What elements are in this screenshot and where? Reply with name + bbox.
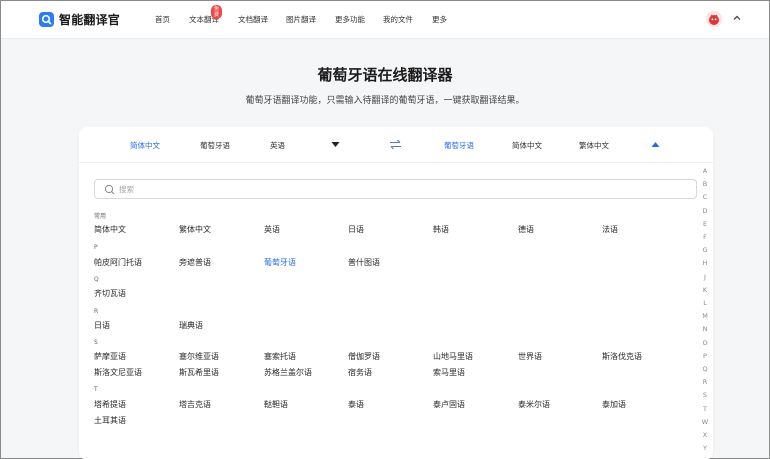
swap-languages-icon[interactable] [389, 139, 402, 150]
alpha-letter[interactable]: S [699, 391, 711, 399]
lang-option[interactable]: 泰米尔语 [518, 399, 550, 410]
target-lang-tab-1[interactable]: 葡萄牙语 [444, 140, 474, 151]
alpha-letter[interactable]: G [699, 246, 711, 254]
section-header-r: R [94, 308, 99, 315]
alpha-letter[interactable]: T [699, 405, 711, 413]
nav-doc-translate[interactable]: 文档翻译 [238, 14, 268, 25]
brand-logo[interactable]: 智能翻译官 [39, 11, 120, 28]
search-icon [104, 184, 115, 195]
lang-option[interactable]: 帕皮阿门托语 [94, 257, 142, 268]
page-subtitle: 葡萄牙语翻译功能，只需输入待翻译的葡萄牙语，一键获取翻译结果。 [245, 96, 525, 106]
lang-option[interactable]: 苏格兰盖尔语 [264, 367, 312, 378]
free-badge: 免费 [211, 5, 223, 19]
lang-option[interactable]: 泰卢固语 [433, 399, 465, 410]
language-search-input[interactable]: 搜索 [94, 179, 697, 199]
alpha-letter[interactable]: W [699, 418, 711, 426]
lang-option[interactable]: 土耳其语 [94, 415, 126, 426]
lang-option[interactable]: 宿务语 [348, 367, 372, 378]
lang-option[interactable]: 英语 [264, 224, 280, 235]
caret-down-icon[interactable] [331, 141, 340, 148]
alpha-letter[interactable]: O [699, 339, 711, 347]
source-lang-tab-3[interactable]: 英语 [270, 140, 285, 151]
nav-more[interactable]: 更多 [432, 14, 447, 25]
lang-option[interactable]: 山地马里语 [433, 351, 473, 362]
lang-option[interactable]: 齐切瓦语 [94, 288, 126, 299]
target-lang-tab-2[interactable]: 简体中文 [512, 140, 542, 151]
lang-option[interactable]: 简体中文 [94, 224, 126, 235]
lang-option[interactable]: 斯洛伐克语 [602, 351, 642, 362]
alpha-letter[interactable]: P [699, 352, 711, 360]
caret-up-icon[interactable] [651, 141, 660, 148]
alpha-letter[interactable]: L [699, 299, 711, 307]
avatar[interactable] [706, 11, 722, 27]
language-picker-card: 简体中文 葡萄牙语 英语 葡萄牙语 简体中文 繁体中文 搜索 常用 简体中文 繁… [79, 127, 713, 459]
search-placeholder: 搜索 [119, 185, 134, 194]
lang-option[interactable]: 斯瓦希里语 [179, 367, 219, 378]
section-header-p: P [94, 244, 98, 251]
lang-option[interactable]: 萨摩亚语 [94, 351, 126, 362]
lang-option[interactable]: 塞索托语 [264, 351, 296, 362]
source-lang-tab-2[interactable]: 葡萄牙语 [200, 140, 230, 151]
lang-option[interactable]: 塔吉克语 [179, 399, 211, 410]
lang-option[interactable]: 日语 [94, 320, 110, 331]
lang-option[interactable]: 僧伽罗语 [348, 351, 380, 362]
alpha-letter[interactable]: J [699, 273, 711, 281]
nav-more-features[interactable]: 更多功能 [335, 14, 365, 25]
lang-option[interactable]: 鞑靼语 [264, 399, 288, 410]
lang-option[interactable]: 日语 [348, 224, 364, 235]
lang-option[interactable]: 泰加语 [602, 399, 626, 410]
lang-option[interactable]: 繁体中文 [179, 224, 211, 235]
lang-option[interactable]: 瑞典语 [179, 320, 203, 331]
section-header-common: 常用 [94, 213, 107, 220]
alpha-letter[interactable]: B [699, 180, 711, 188]
alpha-letter[interactable]: A [699, 167, 711, 175]
alpha-letter[interactable]: N [699, 325, 711, 333]
alpha-letter[interactable]: M [699, 312, 711, 320]
alpha-letter[interactable]: D [699, 207, 711, 215]
language-bar: 简体中文 葡萄牙语 英语 葡萄牙语 简体中文 繁体中文 [79, 127, 713, 163]
alpha-letter[interactable]: H [699, 259, 711, 267]
brand-logo-icon [39, 12, 54, 27]
target-lang-tab-3[interactable]: 繁体中文 [579, 140, 609, 151]
lang-option[interactable]: 韩语 [433, 224, 449, 235]
alpha-letter[interactable]: C [699, 193, 711, 201]
alpha-letter[interactable]: Q [699, 365, 711, 373]
alpha-letter[interactable]: X [699, 431, 711, 439]
section-header-t: T [94, 386, 98, 393]
alpha-letter[interactable]: Y [699, 444, 711, 452]
alpha-letter[interactable]: K [699, 286, 711, 294]
lang-option[interactable]: 普什图语 [348, 257, 380, 268]
lang-option[interactable]: 世界语 [518, 351, 542, 362]
lang-option[interactable]: 塞尔维亚语 [179, 351, 219, 362]
page-title: 葡萄牙语在线翻译器 [317, 66, 453, 84]
alpha-letter[interactable]: F [699, 233, 711, 241]
lang-option[interactable]: 斯洛文尼亚语 [94, 367, 142, 378]
brand-name: 智能翻译官 [59, 13, 121, 27]
lang-option[interactable]: 索马里语 [433, 367, 465, 378]
lang-option[interactable]: 德语 [518, 224, 534, 235]
lang-option-selected[interactable]: 葡萄牙语 [264, 257, 296, 268]
nav-image-translate[interactable]: 图片翻译 [286, 14, 316, 25]
lang-option[interactable]: 塔希提语 [94, 399, 126, 410]
chevron-up-icon[interactable] [732, 13, 742, 23]
top-header: 智能翻译官 首页 文本翻译 免费 文档翻译 图片翻译 更多功能 我的文件 更多 [1, 1, 769, 39]
section-header-s: S [94, 339, 98, 346]
lang-option[interactable]: 泰语 [348, 399, 364, 410]
lang-option[interactable]: 法语 [602, 224, 618, 235]
section-header-q: Q [94, 276, 99, 283]
alpha-letter[interactable]: R [699, 378, 711, 386]
alpha-letter[interactable]: E [699, 220, 711, 228]
nav-my-files[interactable]: 我的文件 [383, 14, 413, 25]
nav-home[interactable]: 首页 [155, 14, 170, 25]
lang-option[interactable]: 旁遮普语 [179, 257, 211, 268]
source-lang-tab-1[interactable]: 简体中文 [130, 140, 160, 151]
